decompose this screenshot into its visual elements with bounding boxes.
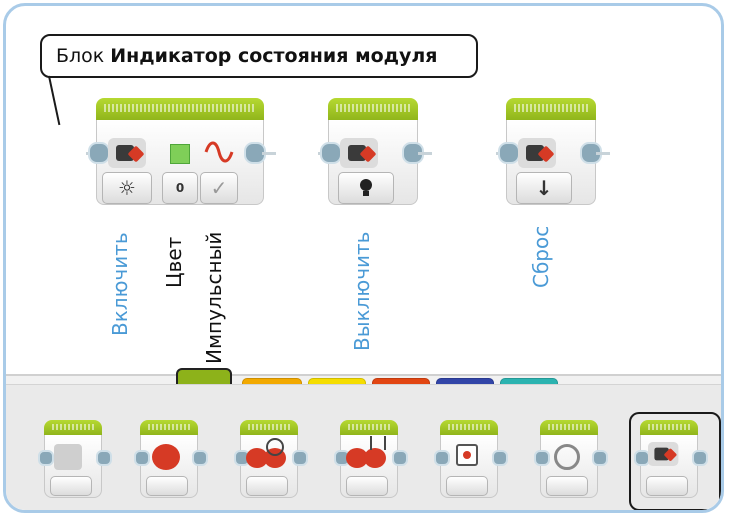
color-value-input[interactable]: 0 [162,172,198,204]
block-header [240,420,298,436]
off-mode-button[interactable] [338,172,394,204]
selected-block-highlight [629,412,721,510]
mode-button [146,476,188,496]
pulse-toggle-button[interactable]: ✓ [200,172,238,204]
display-icon [456,444,478,466]
sequence-out-port [592,450,608,466]
mode-button [50,476,92,496]
color-value: 0 [175,181,185,195]
sequence-in-port[interactable] [88,142,110,164]
block-header [96,98,264,122]
mode-button [446,476,488,496]
speaker-icon [554,444,580,470]
label-on: Включить [108,232,132,336]
block-header [44,420,102,436]
label-off: Выключить [350,231,374,351]
bulb-icon [360,179,372,196]
sequence-out-port [492,450,508,466]
on-mode-button[interactable]: ☼ [102,172,152,204]
title-callout: Блок Индикатор состояния модуля [40,34,478,78]
sequence-in-port[interactable] [498,142,520,164]
steering-wheel-icon [266,438,284,456]
palette-block-sound[interactable] [534,420,614,500]
color-param-icon [170,144,190,164]
block-header [440,420,498,436]
palette-block-large-motor[interactable] [134,420,214,500]
mode-button [246,476,288,496]
block-header [140,420,198,436]
block-header [506,98,596,122]
palette-block-display[interactable] [434,420,514,500]
title-block-name: Индикатор состояния модуля [110,45,438,67]
medium-motor-icon [54,444,82,470]
block-reset-mode[interactable]: ↓ [496,98,610,208]
palette-block-move-tank[interactable] [334,420,414,500]
output-wire [418,152,432,155]
sequence-in-port [38,450,54,466]
label-color: Цвет [162,236,186,288]
large-motor-icon [152,444,180,470]
mode-button [546,476,588,496]
mode-button [346,476,388,496]
sequence-out-port [292,450,308,466]
title-prefix: Блок [56,45,105,67]
sequence-in-port [434,450,450,466]
block-header [540,420,598,436]
palette-block-medium-motor[interactable] [38,420,118,500]
download-icon: ↓ [535,176,553,200]
palette-block-move-steering[interactable] [234,420,314,500]
sequence-out-port [192,450,208,466]
block-header [328,98,418,122]
output-wire [262,152,276,155]
reset-mode-button[interactable]: ↓ [516,172,572,204]
diagram-frame: Блок Индикатор состояния модуля ☼ 0 ✓ ↓ … [3,3,724,513]
callout-leader-line [48,75,61,126]
check-icon: ✓ [210,176,228,200]
mode-selector-icon[interactable] [518,138,556,168]
pulse-wave-icon [204,141,234,163]
sequence-in-port [534,450,550,466]
tank-sliders-icon [370,436,386,450]
output-wire [596,152,610,155]
block-header [340,420,398,436]
sequence-in-port[interactable] [320,142,342,164]
sequence-out-port [392,450,408,466]
block-on-mode[interactable]: ☼ 0 ✓ [86,98,276,208]
label-pulse: Импульсный [202,231,226,364]
light-on-icon: ☼ [118,176,136,200]
sequence-out-port [96,450,112,466]
sequence-in-port [134,450,150,466]
display-dot [463,451,471,459]
block-off-mode[interactable] [318,98,432,208]
label-reset: Сброс [529,225,553,288]
mode-selector-icon[interactable] [108,138,146,168]
motor-c-icon [364,448,386,468]
mode-selector-icon[interactable] [340,138,378,168]
